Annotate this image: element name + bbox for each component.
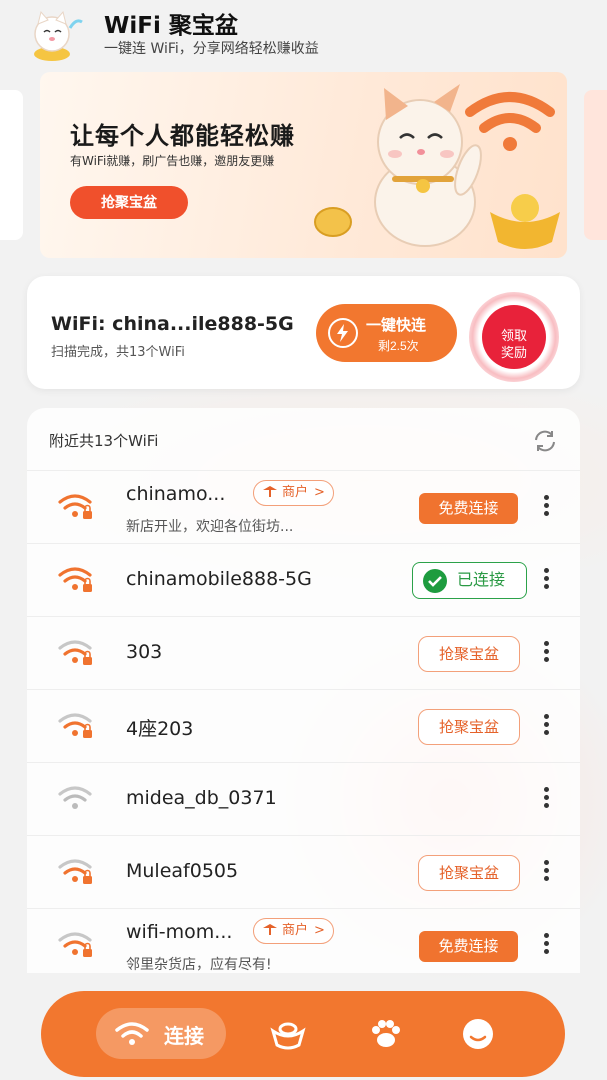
wifi-row[interactable]: chinamo... 商户 > 新店开业，欢迎各位街坊... 免费连接 — [27, 470, 580, 543]
wifi-row[interactable]: midea_db_0371 — [27, 762, 580, 835]
merchant-tag[interactable]: 商户 > — [253, 918, 334, 944]
banner-grab-button[interactable]: 抢聚宝盆 — [70, 186, 188, 219]
wifi-signal-icon — [58, 859, 92, 884]
free-connect-button[interactable]: 免费连接 — [419, 931, 518, 962]
chevron-right-icon: > — [314, 485, 325, 500]
wifi-ssid: wifi-mom... — [126, 921, 233, 943]
grab-bowl-button[interactable]: 抢聚宝盆 — [418, 855, 520, 891]
quick-connect-button[interactable]: 一键快连 剩2.5次 — [316, 304, 457, 362]
connected-badge: 已连接 — [412, 562, 527, 599]
wifi-signal-icon — [58, 932, 92, 957]
wifi-list-card: 附近共13个WiFi chinamo... 商户 > 新店开业，欢迎各位街坊... 免费… — [27, 408, 580, 973]
nav-connect-label: 连接 — [164, 1024, 204, 1048]
wifi-row[interactable]: chinamobile888-5G 已连接 — [27, 543, 580, 616]
grab-bowl-button[interactable]: 抢聚宝盆 — [418, 709, 520, 745]
reward-line1: 领取 — [500, 328, 527, 343]
claim-reward-button[interactable]: 领取 奖励 — [482, 305, 546, 369]
more-options-icon[interactable] — [539, 860, 553, 884]
wifi-signal-icon — [58, 567, 92, 592]
wifi-ssid: chinamo... — [126, 483, 226, 505]
banner-subtitle: 有WiFi就赚，刷广告也赚，邀朋友更赚 — [70, 154, 275, 168]
wifi-list: chinamo... 商户 > 新店开业，欢迎各位街坊... 免费连接 chinamobi… — [27, 470, 580, 973]
more-options-icon[interactable] — [539, 641, 553, 665]
wifi-signal-icon — [58, 494, 92, 519]
wifi-signal-icon — [58, 713, 92, 738]
wifi-icon — [115, 1022, 149, 1045]
face-icon[interactable] — [459, 1017, 497, 1051]
bottom-nav: 连接 — [41, 991, 565, 1077]
connected-label: 已连接 — [457, 570, 506, 589]
wifi-row[interactable]: Muleaf0505 抢聚宝盆 — [27, 835, 580, 908]
store-icon — [263, 486, 277, 497]
app-subtitle: 一键连 WiFi，分享网络轻松赚收益 — [104, 41, 319, 57]
wifi-signal-icon — [58, 786, 92, 809]
quick-connect-label: 一键快连 — [366, 317, 427, 334]
wifi-row[interactable]: wifi-mom... 商户 > 邻里杂货店，应有尽有! 免费连接 — [27, 908, 580, 973]
grab-bowl-button[interactable]: 抢聚宝盆 — [418, 636, 520, 672]
app-header: WiFi 聚宝盆 一键连 WiFi，分享网络轻松赚收益 — [0, 0, 607, 70]
banner-prev-peek[interactable] — [0, 90, 23, 240]
wifi-row[interactable]: 303 抢聚宝盆 — [27, 616, 580, 689]
wifi-ssid: 4座203 — [126, 718, 194, 740]
more-options-icon[interactable] — [539, 933, 553, 957]
cat-logo-icon — [34, 10, 83, 61]
merchant-tag-label: 商户 — [282, 923, 309, 938]
merchant-tag[interactable]: 商户 > — [253, 480, 334, 506]
wifi-ssid: 303 — [126, 641, 163, 663]
chevron-right-icon: > — [314, 923, 325, 938]
wifi-ssid: Muleaf0505 — [126, 860, 239, 882]
scan-status: 扫描完成，共13个WiFi — [51, 345, 185, 360]
refresh-icon[interactable] — [532, 428, 558, 454]
wifi-description: 邻里杂货店，应有尽有! — [126, 957, 272, 973]
lucky-cat-illustration — [314, 84, 560, 249]
lightning-icon — [328, 318, 358, 348]
more-options-icon[interactable] — [539, 714, 553, 738]
app-title: WiFi 聚宝盆 — [104, 13, 238, 39]
banner-next-peek[interactable] — [584, 90, 607, 240]
wifi-list-heading: 附近共13个WiFi — [49, 432, 159, 450]
wifi-signal-icon — [58, 640, 92, 665]
check-icon — [423, 569, 447, 593]
nav-connect-tab[interactable]: 连接 — [96, 1008, 226, 1059]
more-options-icon[interactable] — [539, 787, 553, 811]
reward-line2: 奖励 — [500, 345, 527, 360]
free-connect-button[interactable]: 免费连接 — [419, 493, 518, 524]
scan-summary-card: WiFi: china...ile888-5G 扫描完成，共13个WiFi 一键… — [27, 276, 580, 389]
more-options-icon[interactable] — [539, 568, 553, 592]
promo-banner[interactable]: 让每个人都能轻松赚 有WiFi就赚，刷广告也赚，邀朋友更赚 抢聚宝盆 — [40, 72, 567, 258]
banner-title: 让每个人都能轻松赚 — [70, 122, 295, 150]
wifi-ssid: midea_db_0371 — [126, 787, 277, 809]
store-icon — [263, 924, 277, 935]
paw-icon[interactable] — [367, 1017, 405, 1051]
merchant-tag-label: 商户 — [282, 485, 309, 500]
current-wifi-name: WiFi: china...ile888-5G — [51, 313, 294, 335]
wifi-ssid: chinamobile888-5G — [126, 568, 312, 590]
quick-connect-remaining: 剩2.5次 — [378, 339, 419, 353]
gold-ingot-icon[interactable] — [269, 1017, 307, 1051]
wifi-description: 新店开业，欢迎各位街坊... — [126, 519, 294, 535]
wifi-row[interactable]: 4座203 抢聚宝盆 — [27, 689, 580, 762]
more-options-icon[interactable] — [539, 495, 553, 519]
